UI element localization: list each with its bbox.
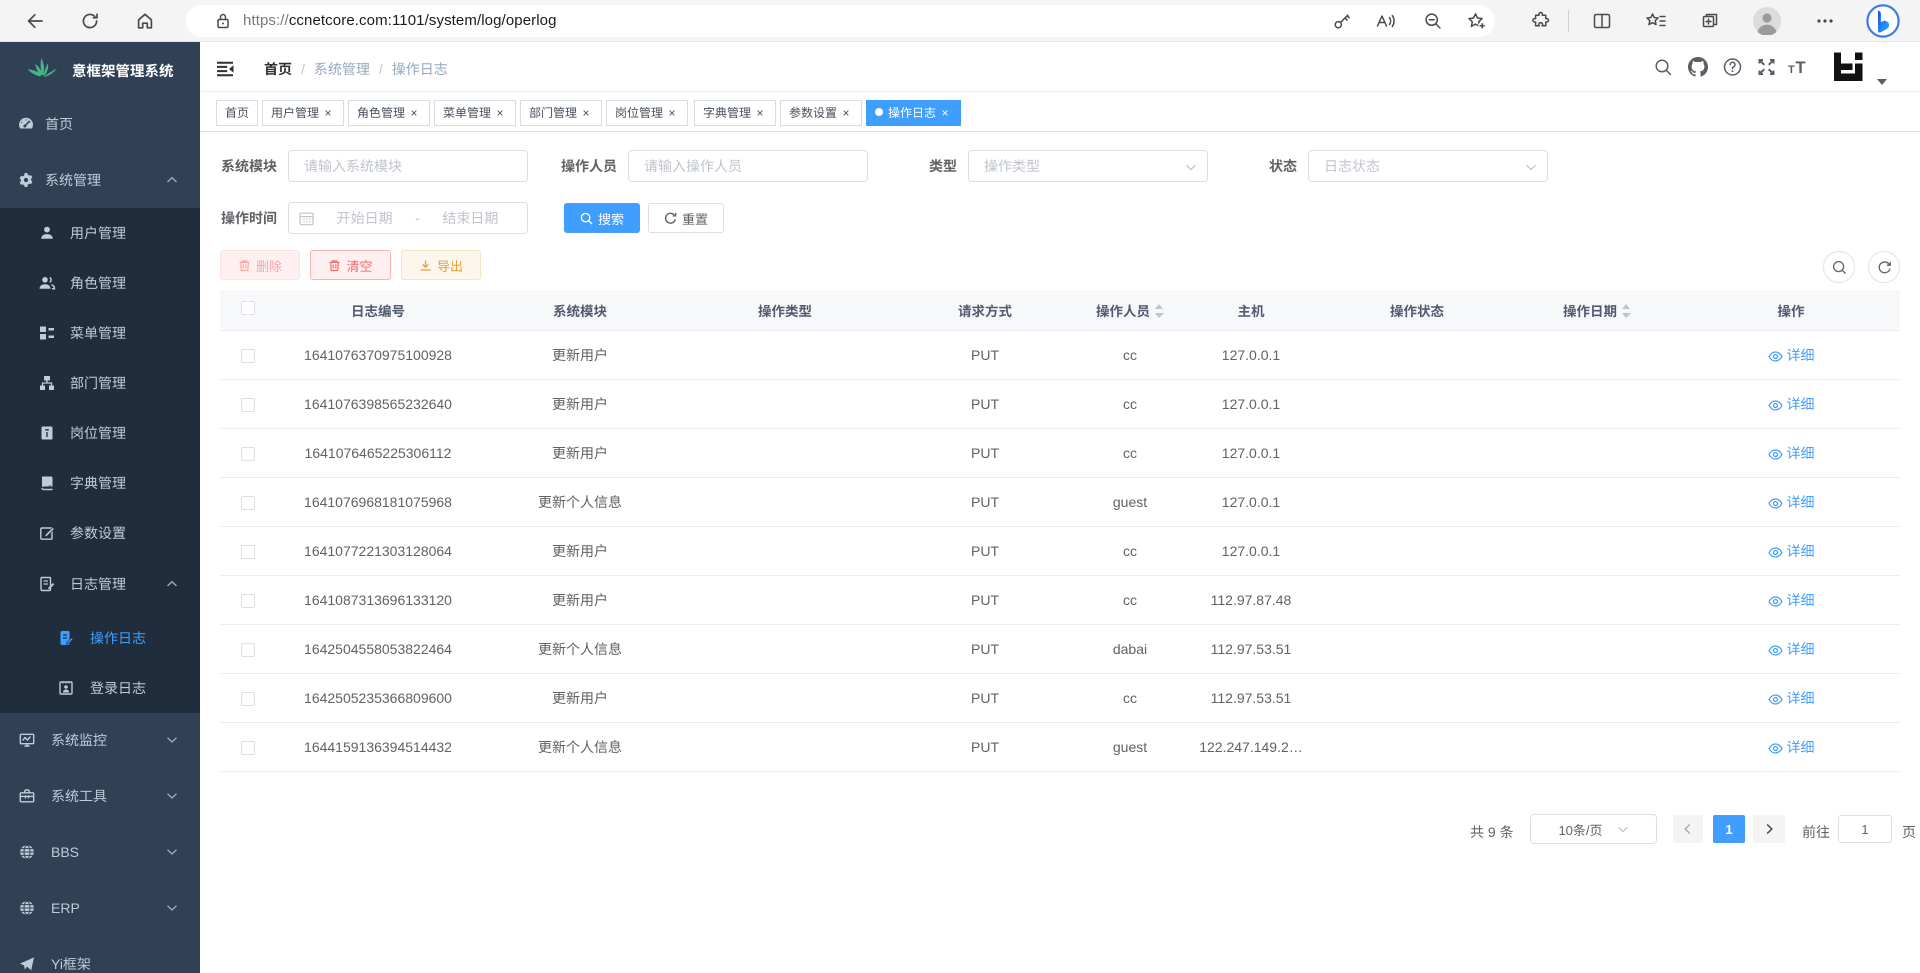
svg-text:T: T (1796, 59, 1806, 75)
svg-text:T: T (1788, 64, 1795, 75)
